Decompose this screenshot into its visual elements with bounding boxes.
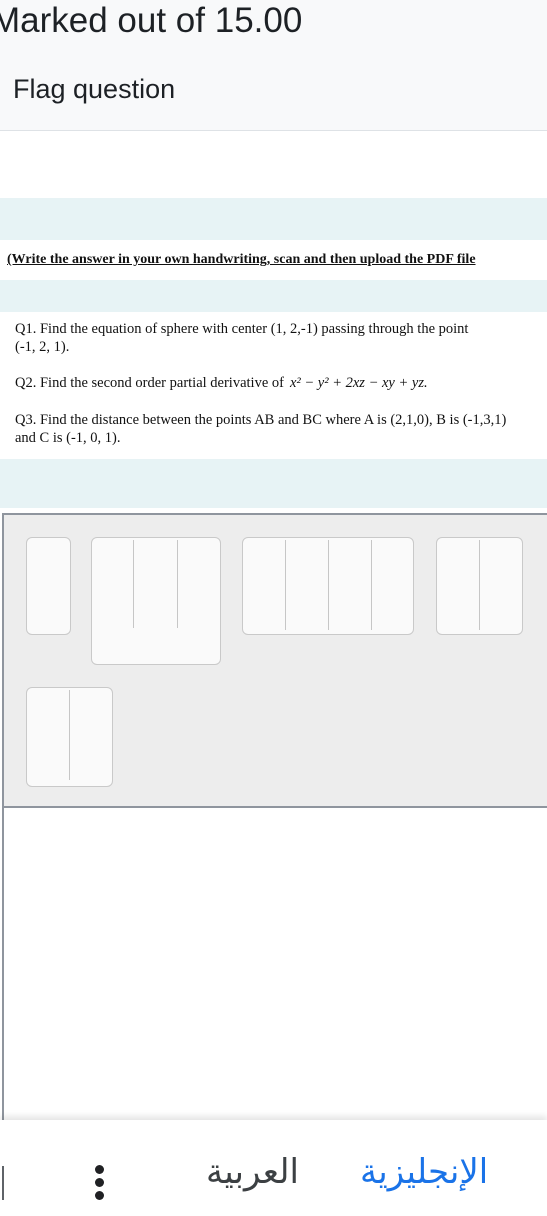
file-icon-line [328,540,329,630]
instruction-box: (Write the answer in your own handwritin… [0,240,547,280]
file-tile[interactable] [26,537,71,635]
language-english[interactable]: الإنجليزية [360,1152,488,1192]
file-icon-line [133,540,134,628]
edge-mark [0,1166,4,1200]
file-tile[interactable] [91,537,221,665]
file-icon-line [479,540,480,630]
marked-out-of: Marked out of 15.00 [0,1,303,40]
question-3-continued: and C is (-1, 0, 1). [15,430,121,446]
flag-question-link[interactable]: Flag question [13,72,175,106]
question-text-area: (Write the answer in your own handwritin… [0,198,547,508]
file-icon-line [285,540,286,630]
question-2-expression: x² − y² + 2xz − xy + yz. [289,375,428,391]
file-tile[interactable] [26,687,113,787]
answer-editor-area[interactable] [2,808,547,1120]
questions-box: Q1. Find the equation of sphere with cen… [0,312,547,459]
question-2-text: Q2. Find the second order partial deriva… [15,375,284,391]
file-upload-area[interactable] [2,513,547,808]
instruction-text: (Write the answer in your own handwritin… [7,252,476,267]
file-tile[interactable] [242,537,414,635]
question-2: Q2. Find the second order partial deriva… [15,374,428,392]
file-icon-line [69,690,70,780]
question-1: Q1. Find the equation of sphere with cen… [15,321,469,337]
question-info-panel: Marked out of 15.00 Flag question [0,0,547,131]
file-tile[interactable] [436,537,523,635]
file-icon-line [371,540,372,630]
question-1-continued: (-1, 2, 1). [15,339,70,355]
file-icon-line [177,540,178,628]
language-arabic[interactable]: العربية [206,1152,299,1192]
question-3: Q3. Find the distance between the points… [15,412,507,428]
more-vert-icon[interactable] [89,1165,109,1216]
translate-bar: العربية الإنجليزية [0,1120,547,1216]
